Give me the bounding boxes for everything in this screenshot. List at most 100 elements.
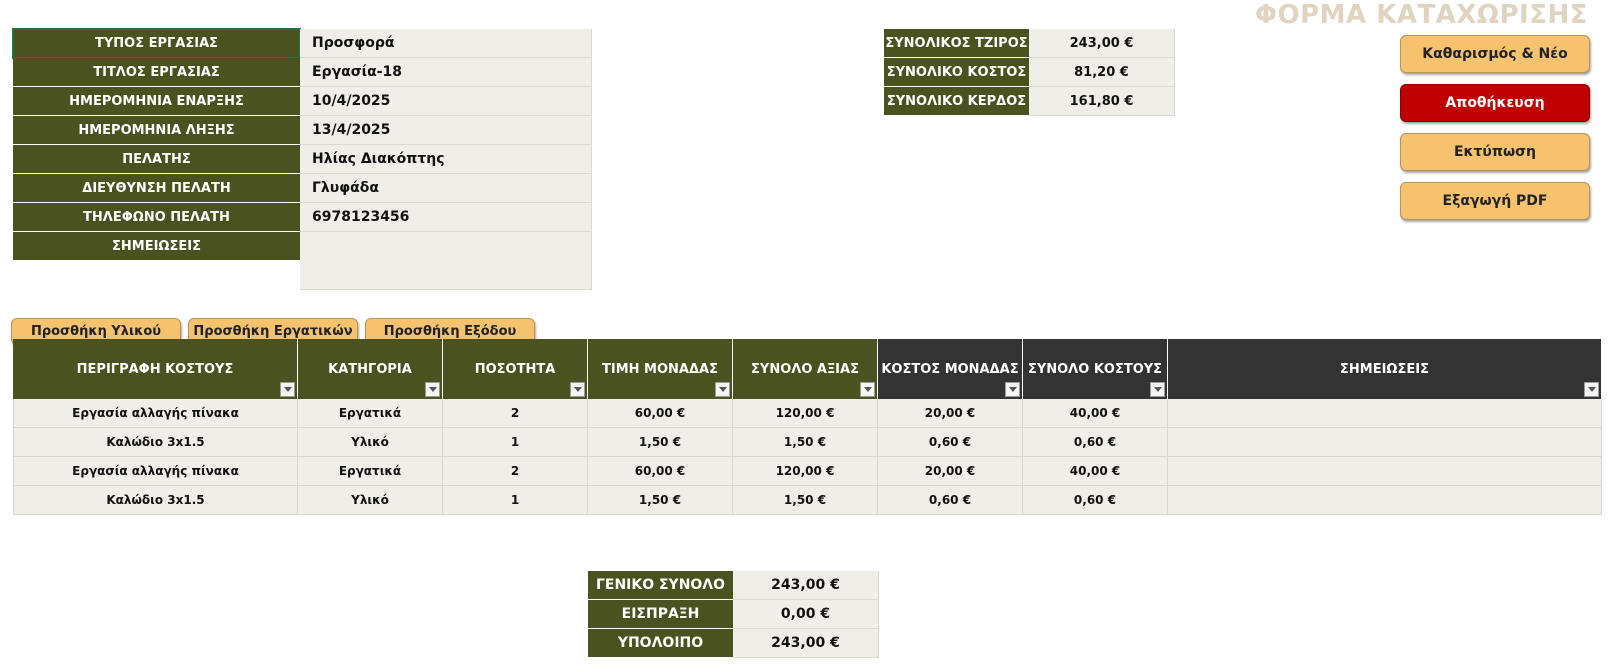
unit-cost-cell[interactable]: 20,00 €	[878, 457, 1023, 486]
quantity-cell[interactable]: 2	[443, 399, 588, 428]
total-profit-value: 161,80 €	[1029, 87, 1175, 116]
info-row-customer-phone: ΤΗΛΕΦΩΝΟ ΠΕΛΑΤΗ 6978123456	[13, 203, 592, 232]
clear-new-button[interactable]: Καθαρισμός & Νέο	[1400, 35, 1590, 73]
summary-label: ΥΠΟΛΟΙΠΟ	[588, 629, 733, 658]
unit-cost-cell[interactable]: 20,00 €	[878, 399, 1023, 428]
column-header-quantity: ΠΟΣΟΤΗΤΑ	[443, 339, 588, 399]
category-cell[interactable]: Υλικό	[298, 486, 443, 515]
totals-row: ΣΥΝΟΛΙΚΟΣ ΤΖΙΡΟΣ 243,00 €	[884, 29, 1175, 58]
cost-table: ΠΕΡΙΓΡΑΦΗ ΚΟΣΤΟΥΣ ΚΑΤΗΓΟΡΙΑ ΠΟΣΟΤΗΤΑ ΤΙΜ…	[13, 339, 1602, 515]
description-cell[interactable]: Καλώδιο 3x1.5	[13, 486, 298, 515]
unit-price-cell[interactable]: 60,00 €	[588, 457, 733, 486]
form-title: ΦΟΡΜΑ ΚΑΤΑΧΩΡΙΣΗΣ	[1254, 0, 1588, 30]
info-row-customer: ΠΕΛΑΤΗΣ Ηλίας Διακόπτης	[13, 145, 592, 174]
unit-price-cell[interactable]: 1,50 €	[588, 486, 733, 515]
print-button[interactable]: Εκτύπωση	[1400, 133, 1590, 171]
quantity-cell[interactable]: 1	[443, 428, 588, 457]
info-label: ΔΙΕΥΘΥΝΣΗ ΠΕΛΑΤΗ	[13, 174, 300, 203]
total-value-cell[interactable]: 1,50 €	[733, 428, 878, 457]
table-row: Εργασία αλλαγής πίνακα Εργατικά 2 60,00 …	[13, 457, 1602, 486]
end-date-field[interactable]: 13/4/2025	[300, 116, 592, 145]
job-info-form: ΤΥΠΟΣ ΕΡΓΑΣΙΑΣ Προσφορά ΤΙΤΛΟΣ ΕΡΓΑΣΙΑΣ …	[12, 28, 592, 290]
notes-cell[interactable]	[1168, 457, 1602, 486]
column-header-label: ΤΙΜΗ ΜΟΝΑΔΑΣ	[602, 361, 718, 377]
column-header-unit-cost: ΚΟΣΤΟΣ ΜΟΝΑΔΑΣ	[878, 339, 1023, 399]
total-cost-cell[interactable]: 0,60 €	[1023, 428, 1168, 457]
quantity-cell[interactable]: 2	[443, 457, 588, 486]
filter-dropdown-icon[interactable]	[860, 382, 875, 397]
total-cost-cell[interactable]: 40,00 €	[1023, 399, 1168, 428]
info-row-job-title: ΤΙΤΛΟΣ ΕΡΓΑΣΙΑΣ Εργασία-18	[13, 58, 592, 87]
info-row-notes: ΣΗΜΕΙΩΣΕΙΣ	[13, 232, 592, 290]
summary-label: ΕΙΣΠΡΑΞΗ	[588, 600, 733, 629]
description-cell[interactable]: Εργασία αλλαγής πίνακα	[13, 457, 298, 486]
totals-label: ΣΥΝΟΛΙΚΟ ΚΟΣΤΟΣ	[884, 58, 1029, 87]
filter-dropdown-icon[interactable]	[1005, 382, 1020, 397]
filter-dropdown-icon[interactable]	[280, 382, 295, 397]
notes-cell[interactable]	[1168, 428, 1602, 457]
job-type-field[interactable]: Προσφορά	[300, 29, 592, 58]
column-header-label: ΚΟΣΤΟΣ ΜΟΝΑΔΑΣ	[881, 361, 1019, 377]
summary-row: ΕΙΣΠΡΑΞΗ 0,00 €	[588, 600, 879, 629]
unit-cost-cell[interactable]: 0,60 €	[878, 486, 1023, 515]
notes-cell[interactable]	[1168, 399, 1602, 428]
customer-field[interactable]: Ηλίας Διακόπτης	[300, 145, 592, 174]
category-cell[interactable]: Εργατικά	[298, 457, 443, 486]
filter-dropdown-icon[interactable]	[715, 382, 730, 397]
save-button[interactable]: Αποθήκευση	[1400, 84, 1590, 122]
table-row: Καλώδιο 3x1.5 Υλικό 1 1,50 € 1,50 € 0,60…	[13, 428, 1602, 457]
totals-row: ΣΥΝΟΛΙΚΟ ΚΟΣΤΟΣ 81,20 €	[884, 58, 1175, 87]
info-label: ΗΜΕΡΟΜΗΝΙΑ ΛΗΞΗΣ	[13, 116, 300, 145]
info-label: ΗΜΕΡΟΜΗΝΙΑ ΕΝΑΡΞΗΣ	[13, 87, 300, 116]
column-header-description: ΠΕΡΙΓΡΑΦΗ ΚΟΣΤΟΥΣ	[13, 339, 298, 399]
quantity-cell[interactable]: 1	[443, 486, 588, 515]
unit-cost-cell[interactable]: 0,60 €	[878, 428, 1023, 457]
start-date-field[interactable]: 10/4/2025	[300, 87, 592, 116]
total-cost-cell[interactable]: 0,60 €	[1023, 486, 1168, 515]
info-label: ΤΗΛΕΦΩΝΟ ΠΕΛΑΤΗ	[13, 203, 300, 232]
notes-cell[interactable]	[1168, 486, 1602, 515]
column-header-label: ΣΥΝΟΛΟ ΑΞΙΑΣ	[751, 361, 859, 377]
unit-price-cell[interactable]: 60,00 €	[588, 399, 733, 428]
column-header-notes: ΣΗΜΕΙΩΣΕΙΣ	[1168, 339, 1602, 399]
customer-address-field[interactable]: Γλυφάδα	[300, 174, 592, 203]
column-header-label: ΠΕΡΙΓΡΑΦΗ ΚΟΣΤΟΥΣ	[76, 361, 234, 377]
total-value-cell[interactable]: 120,00 €	[733, 399, 878, 428]
info-label: ΤΥΠΟΣ ΕΡΓΑΣΙΑΣ	[12, 28, 301, 59]
filter-dropdown-icon[interactable]	[1150, 382, 1165, 397]
info-label: ΤΙΤΛΟΣ ΕΡΓΑΣΙΑΣ	[13, 58, 300, 87]
description-cell[interactable]: Εργασία αλλαγής πίνακα	[13, 399, 298, 428]
table-header-row: ΠΕΡΙΓΡΑΦΗ ΚΟΣΤΟΥΣ ΚΑΤΗΓΟΡΙΑ ΠΟΣΟΤΗΤΑ ΤΙΜ…	[13, 339, 1602, 399]
balance-value: 243,00 €	[733, 629, 879, 658]
total-revenue-value: 243,00 €	[1029, 29, 1175, 58]
export-pdf-button[interactable]: Εξαγωγή PDF	[1400, 182, 1590, 220]
payment-received-value[interactable]: 0,00 €	[733, 600, 879, 629]
column-header-total-value: ΣΥΝΟΛΟ ΑΞΙΑΣ	[733, 339, 878, 399]
unit-price-cell[interactable]: 1,50 €	[588, 428, 733, 457]
column-header-total-cost: ΣΥΝΟΛΟ ΚΟΣΤΟΥΣ	[1023, 339, 1168, 399]
column-header-unit-price: ΤΙΜΗ ΜΟΝΑΔΑΣ	[588, 339, 733, 399]
customer-phone-field[interactable]: 6978123456	[300, 203, 592, 232]
notes-field[interactable]	[300, 232, 592, 290]
summary-row: ΥΠΟΛΟΙΠΟ 243,00 €	[588, 629, 879, 658]
column-header-label: ΣΗΜΕΙΩΣΕΙΣ	[1340, 361, 1429, 377]
info-row-customer-address: ΔΙΕΥΘΥΝΣΗ ΠΕΛΑΤΗ Γλυφάδα	[13, 174, 592, 203]
job-title-field[interactable]: Εργασία-18	[300, 58, 592, 87]
total-cost-cell[interactable]: 40,00 €	[1023, 457, 1168, 486]
column-header-label: ΚΑΤΗΓΟΡΙΑ	[328, 361, 412, 377]
total-cost-value: 81,20 €	[1029, 58, 1175, 87]
filter-dropdown-icon[interactable]	[570, 382, 585, 397]
total-value-cell[interactable]: 120,00 €	[733, 457, 878, 486]
column-header-label: ΠΟΣΟΤΗΤΑ	[474, 361, 556, 377]
description-cell[interactable]: Καλώδιο 3x1.5	[13, 428, 298, 457]
filter-dropdown-icon[interactable]	[1584, 382, 1599, 397]
grand-total-value: 243,00 €	[733, 571, 879, 600]
filter-dropdown-icon[interactable]	[425, 382, 440, 397]
totals-label: ΣΥΝΟΛΙΚΟ ΚΕΡΔΟΣ	[884, 87, 1029, 116]
info-row-start-date: ΗΜΕΡΟΜΗΝΙΑ ΕΝΑΡΞΗΣ 10/4/2025	[13, 87, 592, 116]
total-value-cell[interactable]: 1,50 €	[733, 486, 878, 515]
category-cell[interactable]: Εργατικά	[298, 399, 443, 428]
info-row-job-type: ΤΥΠΟΣ ΕΡΓΑΣΙΑΣ Προσφορά	[12, 28, 592, 59]
category-cell[interactable]: Υλικό	[298, 428, 443, 457]
summary-box: ΓΕΝΙΚΟ ΣΥΝΟΛΟ 243,00 € ΕΙΣΠΡΑΞΗ 0,00 € Υ…	[588, 571, 879, 658]
